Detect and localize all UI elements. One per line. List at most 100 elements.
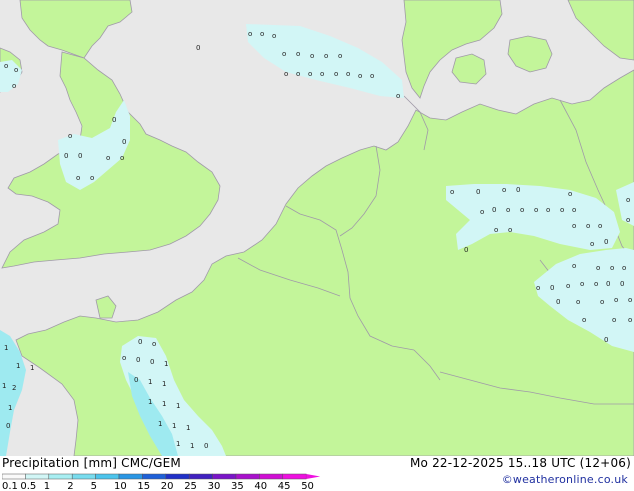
legend-box (259, 473, 284, 480)
legend-arrow (306, 474, 321, 479)
svg-text:o: o (76, 174, 80, 182)
svg-text:o: o (320, 70, 324, 78)
legend-box (48, 473, 73, 480)
svg-text:0: 0 (136, 356, 140, 364)
legend-color-boxes (2, 473, 321, 480)
svg-text:o: o (14, 66, 18, 74)
svg-text:0: 0 (516, 186, 520, 194)
svg-text:o: o (260, 30, 264, 38)
svg-text:o: o (310, 52, 314, 60)
svg-text:1: 1 (4, 344, 8, 352)
svg-text:o: o (626, 216, 630, 224)
svg-text:o: o (296, 50, 300, 58)
svg-text:o: o (560, 206, 564, 214)
svg-text:0: 0 (604, 336, 608, 344)
forecast-datetime: Mo 22-12-2025 15..18 UTC (12+06) (409, 456, 631, 470)
svg-text:o: o (594, 280, 598, 288)
svg-text:0: 0 (78, 152, 82, 160)
svg-text:o: o (580, 280, 584, 288)
legend-box (165, 473, 190, 480)
svg-text:o: o (582, 316, 586, 324)
legend-box (25, 473, 50, 480)
svg-text:o: o (334, 70, 338, 78)
svg-text:0: 0 (476, 188, 480, 196)
svg-text:0: 0 (6, 422, 10, 430)
svg-text:0: 0 (134, 376, 138, 384)
svg-text:1: 1 (172, 422, 176, 430)
svg-text:o: o (248, 30, 252, 38)
svg-text:o: o (480, 208, 484, 216)
svg-text:o: o (12, 82, 16, 90)
svg-text:0: 0 (64, 152, 68, 160)
svg-text:2: 2 (12, 384, 16, 392)
svg-text:o: o (566, 282, 570, 290)
svg-text:0: 0 (492, 206, 496, 214)
svg-text:o: o (346, 70, 350, 78)
precipitation-legend: 0.1 0.5 1 2 5 10 15 20 25 30 35 40 45 50 (2, 473, 321, 491)
svg-text:o: o (612, 316, 616, 324)
svg-text:1: 1 (148, 398, 152, 406)
legend-box (71, 473, 96, 480)
svg-text:o: o (494, 226, 498, 234)
legend-box (212, 473, 237, 480)
svg-text:o: o (600, 298, 604, 306)
svg-text:o: o (324, 52, 328, 60)
svg-text:o: o (628, 316, 632, 324)
svg-text:o: o (68, 132, 72, 140)
svg-text:o: o (572, 206, 576, 214)
svg-text:o: o (598, 222, 602, 230)
svg-text:0: 0 (604, 238, 608, 246)
svg-text:1: 1 (186, 424, 190, 432)
svg-text:o: o (610, 264, 614, 272)
svg-text:o: o (520, 206, 524, 214)
legend-box (188, 473, 213, 480)
svg-text:o: o (506, 206, 510, 214)
svg-text:0: 0 (550, 284, 554, 292)
svg-text:1: 1 (162, 380, 166, 388)
svg-text:o: o (622, 264, 626, 272)
svg-text:1: 1 (176, 440, 180, 448)
legend-box (95, 473, 120, 480)
svg-text:o: o (282, 50, 286, 58)
svg-text:o: o (576, 298, 580, 306)
svg-text:o: o (596, 264, 600, 272)
svg-text:0: 0 (122, 138, 126, 146)
legend-box (118, 473, 143, 480)
source-credit: ©weatheronline.co.uk (501, 473, 628, 486)
svg-text:1: 1 (16, 362, 20, 370)
svg-text:0: 0 (464, 246, 468, 254)
svg-text:o: o (590, 240, 594, 248)
svg-text:0: 0 (196, 44, 200, 52)
svg-text:o: o (396, 92, 400, 100)
svg-text:1: 1 (30, 364, 34, 372)
svg-text:o: o (536, 284, 540, 292)
svg-text:0: 0 (112, 116, 116, 124)
svg-text:o: o (272, 32, 276, 40)
svg-text:o: o (572, 262, 576, 270)
svg-text:1: 1 (162, 400, 166, 408)
svg-text:o: o (450, 188, 454, 196)
precipitation-map: o o o0 ooooo o o o o o o o oo 0o00 0 o oo o o0o0o o0o… (0, 0, 634, 456)
svg-text:o: o (152, 340, 156, 348)
svg-text:o: o (586, 222, 590, 230)
svg-text:0: 0 (150, 358, 154, 366)
legend-box (2, 473, 26, 480)
svg-text:1: 1 (176, 402, 180, 410)
svg-text:1: 1 (164, 360, 168, 368)
svg-text:0: 0 (556, 298, 560, 306)
svg-text:0: 0 (138, 338, 142, 346)
svg-text:o: o (626, 196, 630, 204)
svg-text:1: 1 (148, 378, 152, 386)
svg-text:o: o (296, 70, 300, 78)
svg-text:o: o (4, 62, 8, 70)
legend-box (282, 473, 307, 480)
svg-text:o: o (370, 72, 374, 80)
svg-text:o: o (284, 70, 288, 78)
svg-text:1: 1 (190, 442, 194, 450)
svg-text:o: o (568, 190, 572, 198)
svg-text:0: 0 (606, 280, 610, 288)
svg-text:o: o (308, 70, 312, 78)
svg-text:o: o (358, 72, 362, 80)
svg-text:o: o (338, 52, 342, 60)
svg-text:o: o (122, 354, 126, 362)
